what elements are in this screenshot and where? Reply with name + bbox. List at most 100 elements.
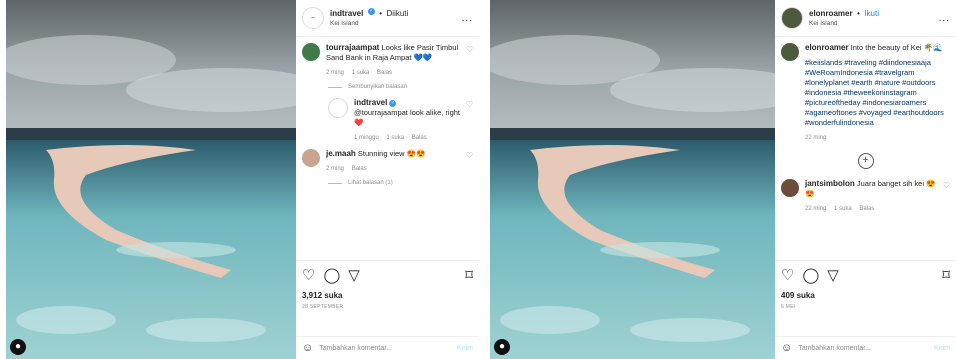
post-actions: ♡ ◯ ▽ ⌑ 409 suka 6 MEI <box>775 260 956 310</box>
left-post: ● ~ indtravel ✓ • Diikuti Kei Island ...… <box>0 0 479 359</box>
header-username[interactable]: indtravel <box>330 9 363 18</box>
header-separator: • <box>379 9 383 18</box>
heart-icon[interactable]: ♡ <box>466 151 473 160</box>
avatar[interactable]: ~ <box>302 7 324 29</box>
comment-time: 22 ming <box>805 206 827 212</box>
thread-toggle-label: Sembunyikan balasan <box>348 84 408 90</box>
user-tag-icon[interactable]: ● <box>494 339 510 355</box>
comment-time: 2 ming <box>326 166 345 172</box>
divider <box>328 86 342 88</box>
divider <box>328 182 342 184</box>
post-panel: ~ indtravel ✓ • Diikuti Kei Island ... t… <box>296 0 479 359</box>
comment-input[interactable]: Tambahkan komentar... <box>798 345 934 352</box>
avatar[interactable] <box>302 149 320 167</box>
comment-username[interactable]: tourrajaampat <box>326 43 379 52</box>
post-photo[interactable] <box>6 0 302 359</box>
follow-state[interactable]: Diikuti <box>387 9 409 18</box>
emoji-icon[interactable]: ☺ <box>302 342 313 354</box>
comment-time: 1 minggu <box>354 135 379 141</box>
comment-meta: 22 ming 1 suka Balas <box>805 204 940 214</box>
comments-list[interactable]: elonroamer Into the beauty of Kei 🌴🌊 #ke… <box>775 37 956 267</box>
header-separator: • <box>857 9 860 18</box>
post-comment-button[interactable]: Kirim <box>934 345 950 352</box>
location-link[interactable]: Kei Island <box>330 19 462 29</box>
add-comment-bar: ☺ Tambahkan komentar... Kirim <box>296 336 479 359</box>
comment-body: indtravel ✓ @tourrajaampat look alike, r… <box>354 98 463 143</box>
comment-likes[interactable]: 1 suka <box>386 135 404 141</box>
avatar[interactable] <box>781 43 799 61</box>
heart-icon[interactable]: ♡ <box>943 181 950 190</box>
bookmark-icon[interactable]: ⌑ <box>465 267 473 285</box>
post-date: 6 MEI <box>781 304 796 310</box>
more-options-icon[interactable]: ... <box>462 13 473 24</box>
user-tag-icon[interactable]: ● <box>10 339 26 355</box>
emoji-icon[interactable]: ☺ <box>781 342 792 354</box>
avatar[interactable] <box>328 98 348 118</box>
comment-item: jantsimbolon Juara banget sih kei 😍😍 22 … <box>781 179 950 214</box>
caption-body: elonroamer Into the beauty of Kei 🌴🌊 #ke… <box>805 43 950 143</box>
add-comment-bar: ☺ Tambahkan komentar... Kirim <box>775 336 956 359</box>
header-username[interactable]: elonroamer <box>809 9 853 18</box>
verified-icon: ✓ <box>389 99 397 107</box>
verified-icon: ✓ <box>367 8 375 16</box>
comment-text: Stunning view 😍😍 <box>357 149 426 158</box>
bookmark-icon[interactable]: ⌑ <box>942 267 950 285</box>
comment-meta: 2 ming Balas <box>326 164 463 174</box>
likes-count[interactable]: 409 suka <box>781 291 950 300</box>
caption-time: 22 ming <box>805 135 827 141</box>
action-icons: ♡ ◯ ▽ ⌑ <box>781 267 950 285</box>
beach-photo <box>6 0 302 359</box>
likes-count[interactable]: 3,912 suka <box>302 291 473 300</box>
comment-meta: 2 ming 1 suka Balas <box>326 68 463 78</box>
post-actions: ♡ ◯ ▽ ⌑ 3,912 suka 28 SEPTEMBER <box>296 260 479 310</box>
comment-item: tourrajaampat Looks like Pasir Timbul Sa… <box>302 43 473 78</box>
comment-meta: 1 minggu 1 suka Balas <box>354 133 463 143</box>
comment-likes[interactable]: 1 suka <box>352 70 370 76</box>
view-replies-toggle[interactable]: Lihat balasan (1) <box>328 180 473 186</box>
share-icon[interactable]: ▽ <box>827 267 839 285</box>
comments-list[interactable]: tourrajaampat Looks like Pasir Timbul Sa… <box>296 37 479 267</box>
share-icon[interactable]: ▽ <box>348 267 360 285</box>
caption-username[interactable]: elonroamer <box>805 43 849 52</box>
thread-toggle-label: Lihat balasan (1) <box>348 180 393 186</box>
caption-hashtags[interactable]: #keiislands #traveling #diindonesiaaja #… <box>805 58 950 128</box>
location-link[interactable]: Kei Island <box>809 19 939 29</box>
avatar[interactable] <box>781 179 799 197</box>
heart-icon[interactable]: ♡ <box>466 100 473 109</box>
comment-username[interactable]: je.maah <box>326 149 356 158</box>
heart-icon[interactable]: ♡ <box>466 45 473 54</box>
more-options-icon[interactable]: ... <box>939 13 950 24</box>
avatar[interactable] <box>781 7 803 29</box>
reply-item: indtravel ✓ @tourrajaampat look alike, r… <box>328 98 473 143</box>
comment-icon[interactable]: ◯ <box>323 267 340 285</box>
comment-body: jantsimbolon Juara banget sih kei 😍😍 22 … <box>805 179 940 214</box>
post-panel: elonroamer • Ikuti Kei Island ... elonro… <box>775 0 956 359</box>
comment-username[interactable]: jantsimbolon <box>805 179 855 188</box>
reply-button[interactable]: Balas <box>352 166 367 172</box>
reply-button[interactable]: Balas <box>859 206 874 212</box>
hide-replies-toggle[interactable]: Sembunyikan balasan <box>328 84 473 90</box>
like-icon[interactable]: ♡ <box>781 267 794 285</box>
like-icon[interactable]: ♡ <box>302 267 315 285</box>
post-photo[interactable] <box>490 0 782 359</box>
comment-input[interactable]: Tambahkan komentar... <box>319 345 457 352</box>
comment-username[interactable]: indtravel <box>354 98 387 107</box>
comment-text: @tourrajaampat look alike, right ❤️ <box>354 108 460 127</box>
comment-icon[interactable]: ◯ <box>802 267 819 285</box>
comment-body: je.maah Stunning view 😍😍 2 ming Balas <box>326 149 463 174</box>
load-more-comments-icon[interactable]: + <box>857 153 874 169</box>
action-icons: ♡ ◯ ▽ ⌑ <box>302 267 473 285</box>
post-header: ~ indtravel ✓ • Diikuti Kei Island ... <box>296 0 479 37</box>
comment-item: je.maah Stunning view 😍😍 2 ming Balas ♡ <box>302 149 473 174</box>
right-post: ● elonroamer • Ikuti Kei Island ... elon… <box>479 0 956 359</box>
avatar[interactable] <box>302 43 320 61</box>
post-header: elonroamer • Ikuti Kei Island ... <box>775 0 956 37</box>
post-comment-button[interactable]: Kirim <box>457 345 473 352</box>
post-date: 28 SEPTEMBER <box>302 304 344 310</box>
caption-text: Into the beauty of Kei 🌴🌊 <box>850 43 943 52</box>
reply-button[interactable]: Balas <box>377 70 392 76</box>
follow-button[interactable]: Ikuti <box>864 9 879 18</box>
comment-time: 2 ming <box>326 70 345 76</box>
comment-likes[interactable]: 1 suka <box>834 206 852 212</box>
reply-button[interactable]: Balas <box>412 135 427 141</box>
